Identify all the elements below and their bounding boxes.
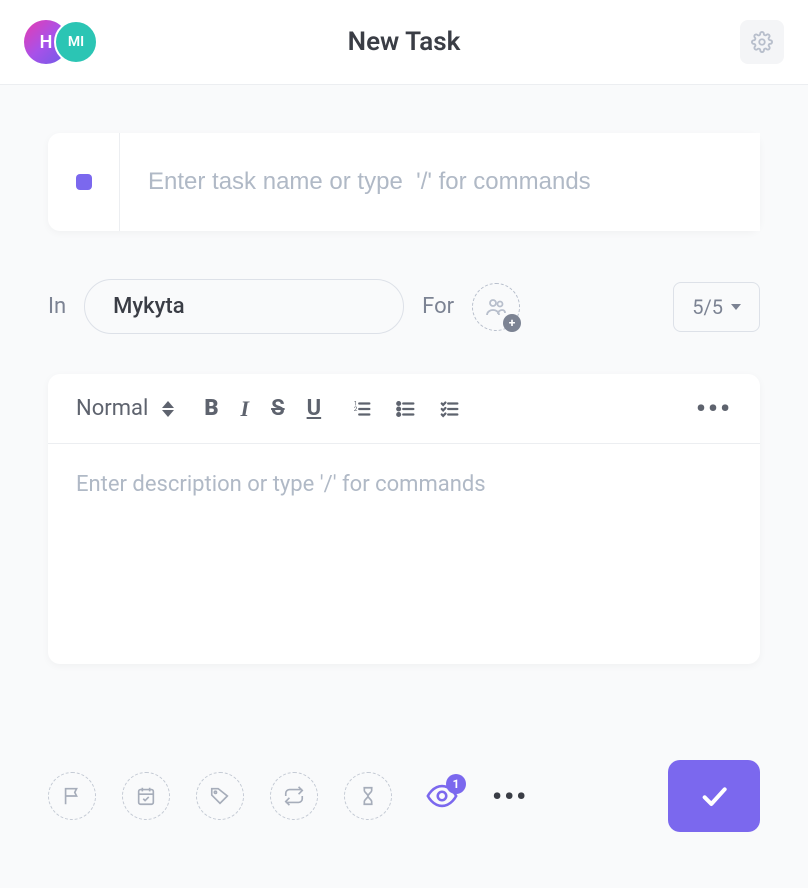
checklist-button[interactable] [439, 398, 461, 420]
italic-button[interactable]: I [241, 396, 250, 422]
status-indicator [76, 174, 92, 190]
description-placeholder: Enter description or type '/' for comman… [76, 472, 486, 497]
chevron-down-icon [731, 304, 741, 310]
format-select[interactable]: Normal [76, 396, 174, 421]
watchers-button[interactable]: 1 [418, 772, 466, 820]
modal-header: H MI New Task [0, 0, 808, 85]
time-estimate-button[interactable] [344, 772, 392, 820]
list-selector[interactable]: Mykyta [84, 279, 404, 334]
svg-text:2: 2 [354, 404, 358, 412]
recurring-button[interactable] [270, 772, 318, 820]
priority-select[interactable]: 5/5 [673, 282, 760, 332]
sort-icon [162, 401, 174, 417]
status-selector[interactable] [48, 133, 120, 231]
avatar-stack: H MI [24, 20, 98, 64]
repeat-icon [283, 785, 305, 807]
bullet-list-button[interactable] [395, 398, 417, 420]
watcher-badge: 1 [446, 774, 466, 794]
meta-row: In Mykyta For + 5/5 [48, 279, 760, 334]
flag-icon [61, 785, 83, 807]
description-input[interactable]: Enter description or type '/' for comman… [48, 444, 760, 664]
task-name-input[interactable] [120, 133, 760, 231]
in-label: In [48, 294, 66, 319]
avatar-user[interactable]: MI [54, 20, 98, 64]
text-style-group: B I S U [204, 396, 321, 422]
format-label: Normal [76, 396, 148, 421]
bold-button[interactable]: B [204, 396, 218, 422]
list-style-group: 12 [351, 398, 461, 420]
task-name-row [48, 133, 760, 231]
footer-more-button[interactable]: ••• [492, 780, 528, 813]
tags-button[interactable] [196, 772, 244, 820]
editor-toolbar: Normal B I S U 12 [48, 374, 760, 444]
people-icon [484, 295, 508, 319]
strikethrough-button[interactable]: S [271, 396, 285, 422]
description-card: Normal B I S U 12 [48, 374, 760, 664]
modal-title: New Task [348, 27, 461, 57]
settings-button[interactable] [740, 20, 784, 64]
plus-icon: + [503, 314, 521, 332]
gear-icon [751, 31, 773, 53]
due-date-button[interactable] [122, 772, 170, 820]
toolbar-more-button[interactable]: ••• [696, 392, 732, 425]
submit-button[interactable] [668, 760, 760, 832]
check-icon [698, 780, 730, 812]
underline-button[interactable]: U [307, 396, 322, 422]
calendar-icon [135, 785, 157, 807]
modal-footer: 1 ••• [0, 712, 808, 880]
ordered-list-button[interactable]: 12 [351, 398, 373, 420]
tag-icon [209, 785, 231, 807]
for-label: For [422, 294, 454, 319]
priority-value: 5/5 [692, 295, 723, 319]
hourglass-icon [357, 785, 379, 807]
priority-flag-button[interactable] [48, 772, 96, 820]
modal-body: In Mykyta For + 5/5 Normal [0, 85, 808, 712]
assignee-selector[interactable]: + [472, 283, 520, 331]
